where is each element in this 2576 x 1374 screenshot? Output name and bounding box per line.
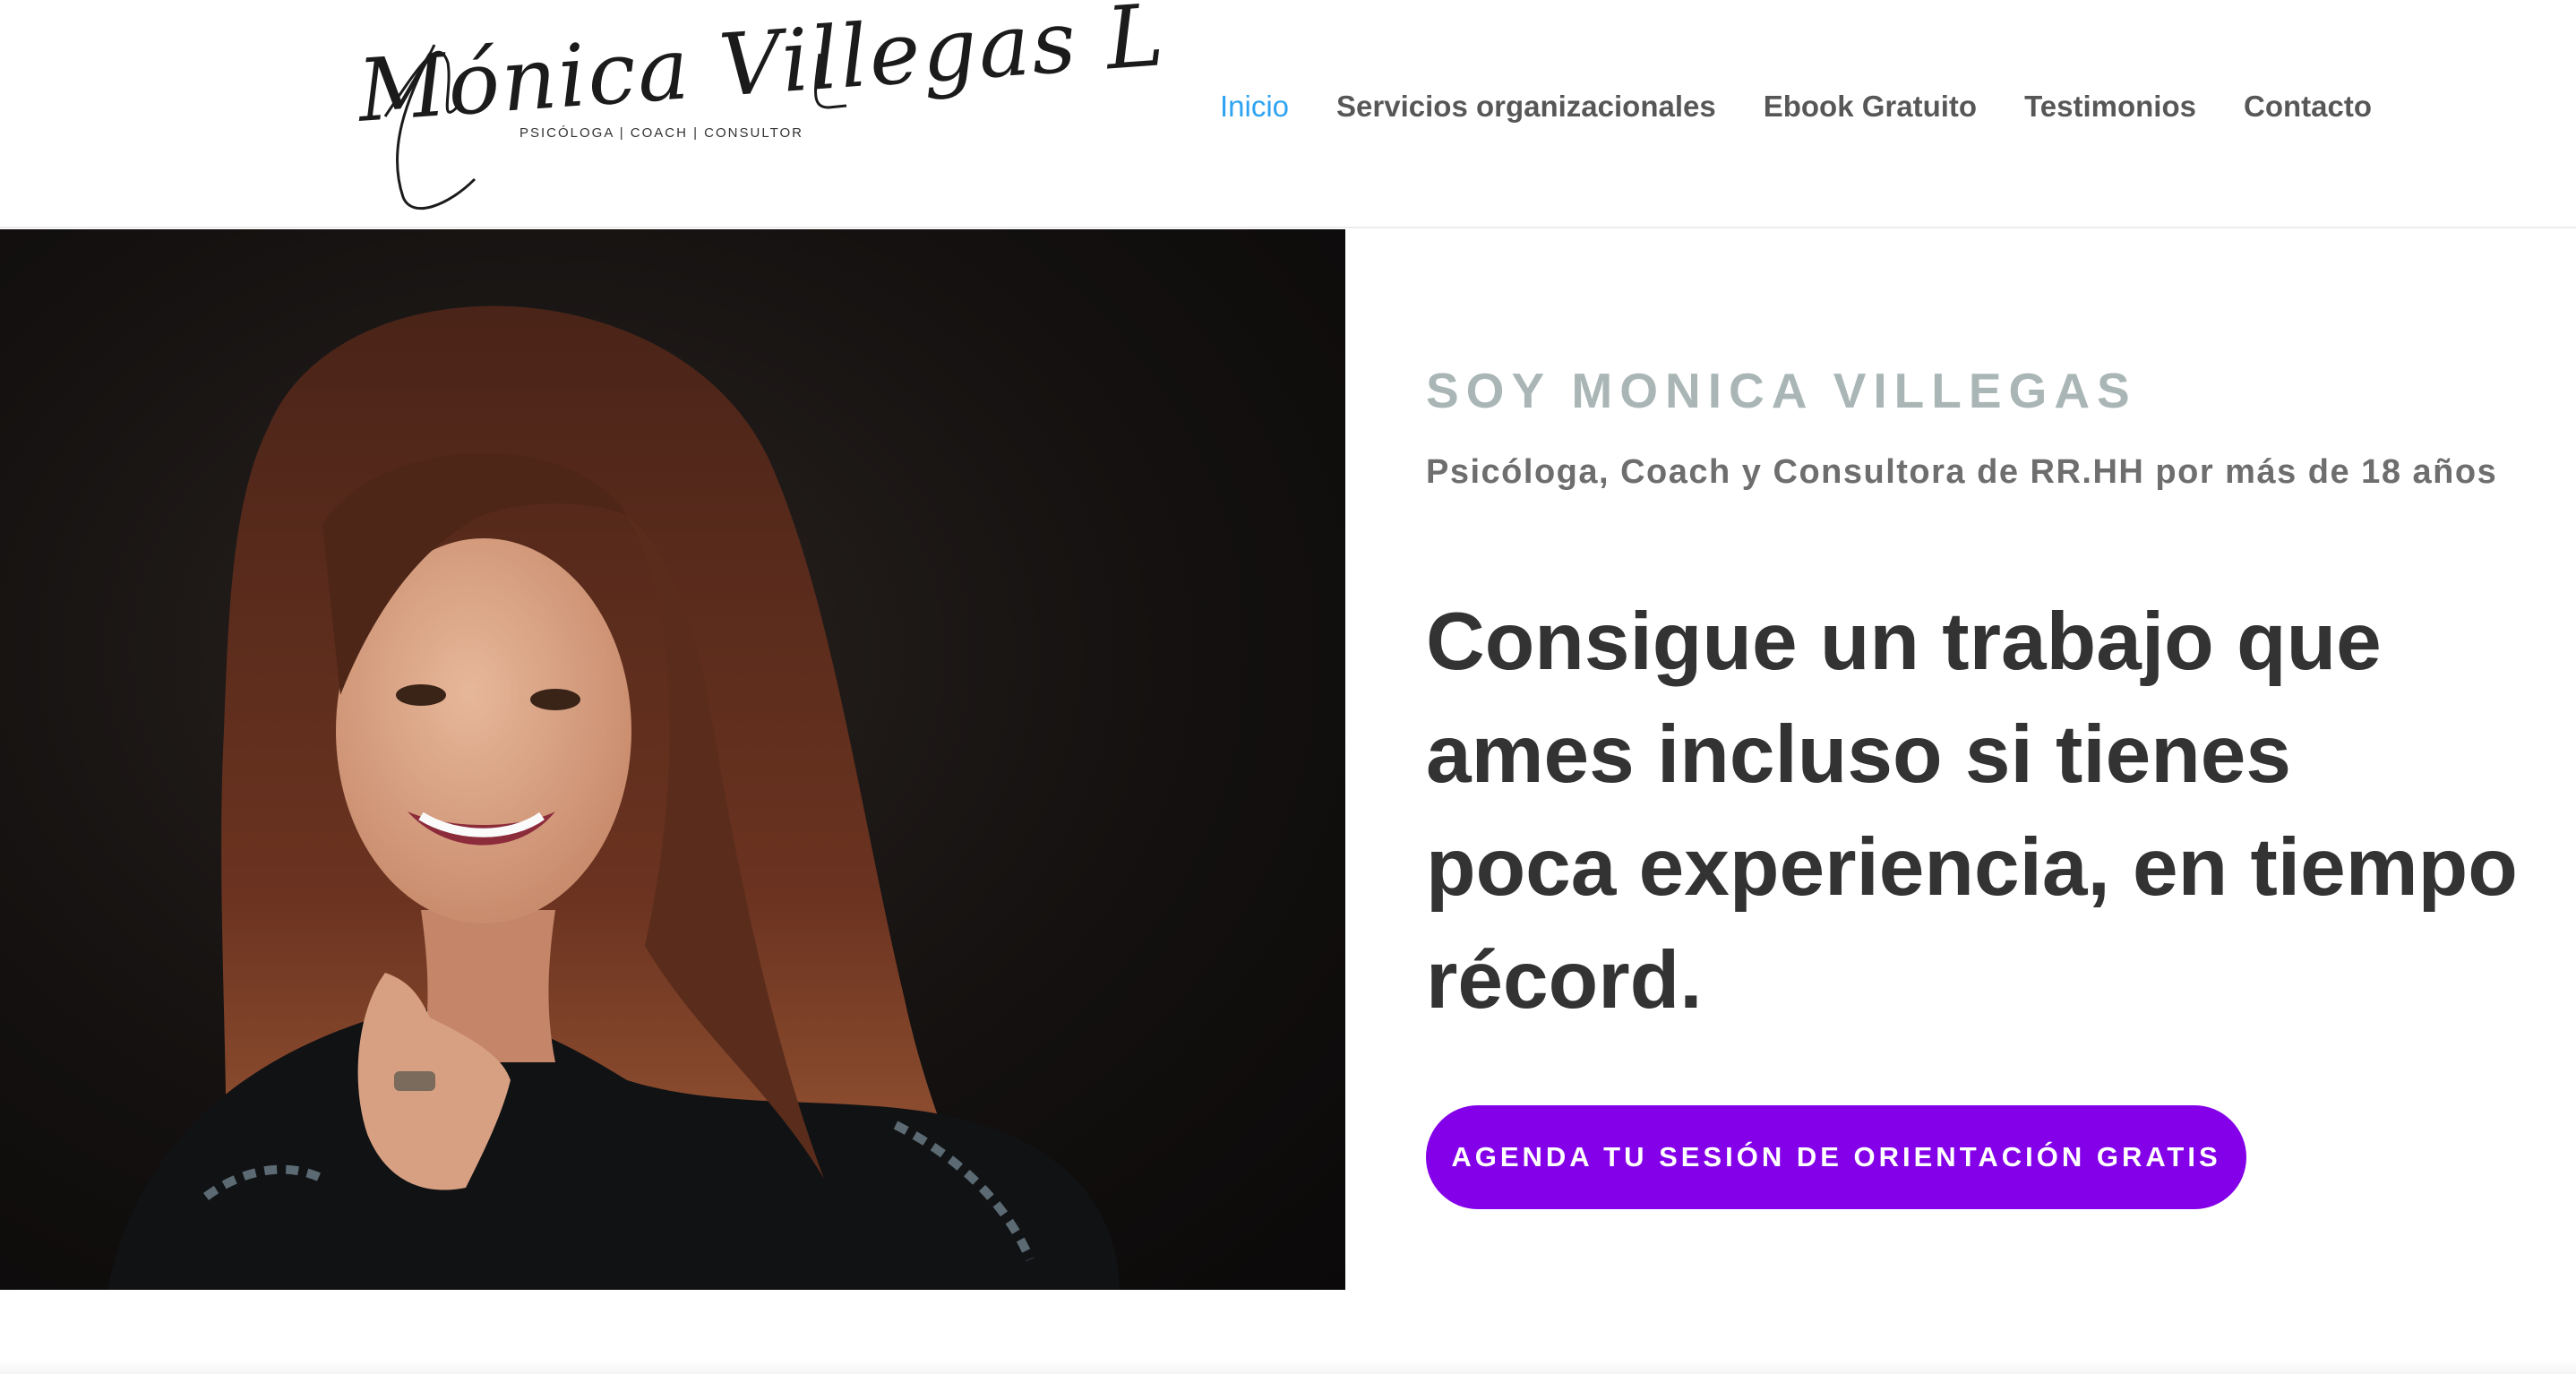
hero-headline: Consigue un trabajo que ames incluso si … — [1426, 586, 2537, 1037]
logo-tagline: PSICÓLOGA | COACH | CONSULTOR — [519, 125, 803, 141]
section-divider — [0, 1360, 2576, 1374]
hero-headline-line: poca experiencia, en tiempo — [1426, 822, 2518, 913]
hero-content: SOY MONICA VILLEGAS Psicóloga, Coach y C… — [1426, 229, 2528, 1290]
site-header: Mónica Villegas L PSICÓLOGA | COACH | CO… — [0, 0, 2576, 228]
site-logo[interactable]: Mónica Villegas L PSICÓLOGA | COACH | CO… — [349, 0, 1169, 215]
portrait-illustration — [107, 305, 1120, 1290]
nav-item-servicios-organizacionales[interactable]: Servicios organizacionales — [1336, 90, 1716, 124]
hero-headline-line: Consigue un trabajo que — [1426, 597, 2382, 687]
nav-item-contacto[interactable]: Contacto — [2244, 90, 2372, 124]
hero-subtitle: Psicóloga, Coach y Consultora de RR.HH p… — [1426, 453, 2498, 491]
hero-headline-line: récord. — [1426, 935, 1703, 1026]
book-free-session-button[interactable]: AGENDA TU SESIÓN DE ORIENTACIÓN GRATIS — [1426, 1105, 2246, 1209]
hero-eyebrow: SOY MONICA VILLEGAS — [1426, 363, 2137, 418]
hero-portrait-photo — [0, 229, 1345, 1290]
main-nav: Inicio Servicios organizacionales Ebook … — [1220, 90, 2372, 124]
nav-item-ebook-gratuito[interactable]: Ebook Gratuito — [1764, 90, 1977, 124]
hero-headline-line: ames incluso si tienes — [1426, 709, 2292, 800]
nav-item-testimonios[interactable]: Testimonios — [2024, 90, 2196, 124]
nav-item-inicio[interactable]: Inicio — [1220, 90, 1289, 124]
